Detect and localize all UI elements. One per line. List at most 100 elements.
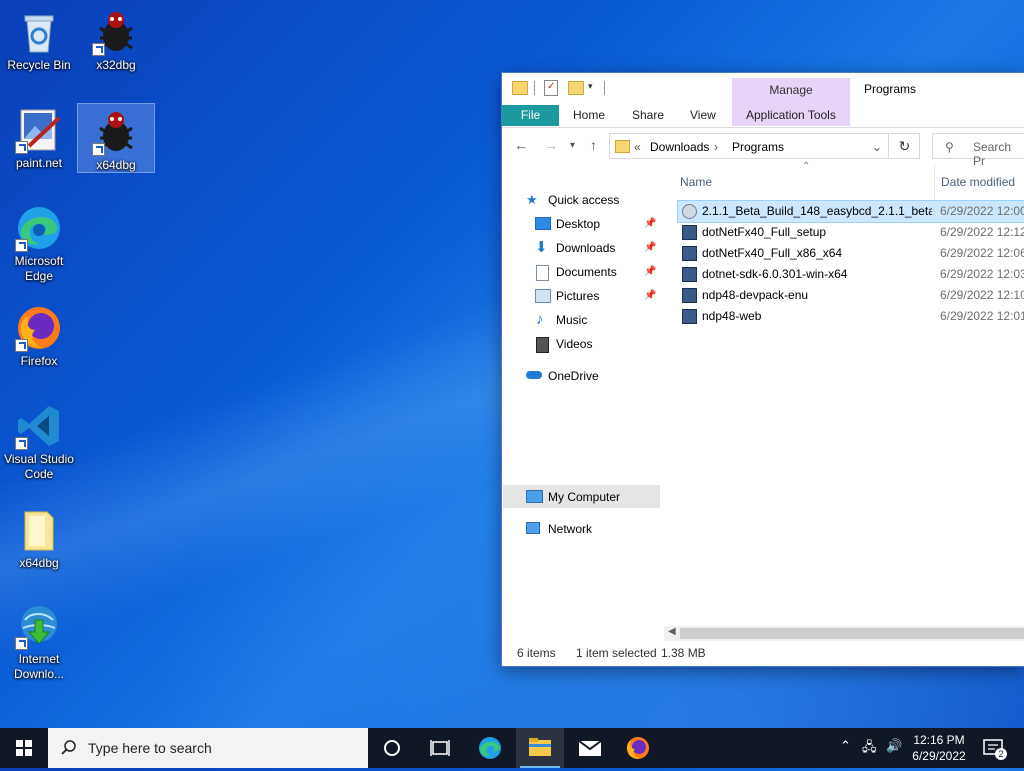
up-arrow-icon[interactable]: ↑ <box>590 137 597 153</box>
desktop-icon-label: Visual Studio Code <box>4 452 74 481</box>
taskbar-app-file-explorer[interactable] <box>516 728 564 768</box>
paint-net-icon <box>15 106 63 154</box>
desktop-icon-x32dbg[interactable]: x32dbg <box>78 4 154 73</box>
taskbar-app-mail[interactable] <box>566 728 614 768</box>
taskbar-clock[interactable]: 12:16 PM 6/29/2022 <box>904 732 974 764</box>
installer-icon <box>682 288 697 303</box>
nav-downloads[interactable]: ⬇ Downloads 📌 <box>534 237 660 259</box>
nav-music[interactable]: ♪ Music <box>534 309 660 331</box>
cortana-circle-icon <box>384 740 400 756</box>
file-row[interactable]: ndp48-devpack-enu 6/29/2022 12:10 <box>678 285 1024 306</box>
manage-tab-label[interactable]: Manage <box>732 83 850 97</box>
shortcut-arrow-icon <box>92 43 105 56</box>
desktop-icon-x64dbg-folder[interactable]: x64dbg <box>1 502 77 571</box>
action-center-button[interactable]: 2 <box>980 734 1008 762</box>
desktop-icon-firefox[interactable]: Firefox <box>1 300 77 369</box>
breadcrumb-overflow[interactable]: « <box>634 140 641 154</box>
properties-icon[interactable]: ✓ <box>544 80 558 96</box>
forward-arrow-icon[interactable]: → <box>544 137 558 153</box>
task-view-button[interactable] <box>416 728 464 768</box>
edge-icon <box>15 204 63 252</box>
taskbar-app-edge[interactable] <box>466 728 514 768</box>
desktop-icon-x64dbg[interactable]: x64dbg <box>77 103 155 173</box>
tab-application-tools[interactable]: Application Tools <box>746 108 836 122</box>
file-list: ⌃ Name Date modified 2.1.1_Beta_Build_14… <box>664 161 1024 635</box>
column-header-name[interactable]: Name <box>680 175 712 189</box>
breadcrumb-downloads[interactable]: Downloads <box>650 140 709 154</box>
desktop-icon-label: Internet Downlo... <box>13 652 65 681</box>
tab-view[interactable]: View <box>690 108 716 122</box>
tab-file[interactable]: File <box>502 105 559 126</box>
nav-network[interactable]: Network <box>526 518 660 540</box>
nav-my-computer[interactable]: My Computer <box>526 486 660 508</box>
file-explorer-window[interactable]: ✓ ▾ Manage Programs File Home Share View… <box>502 73 1024 666</box>
document-icon <box>536 265 549 281</box>
picture-icon <box>535 289 551 303</box>
bug-icon <box>92 8 140 56</box>
nav-onedrive[interactable]: OneDrive <box>526 365 660 387</box>
taskbar-search-box[interactable]: Type here to search <box>48 728 368 768</box>
show-hidden-icons-chevron-icon[interactable]: ⌃ <box>840 738 851 754</box>
file-row[interactable]: dotNetFx40_Full_setup 6/29/2022 12:12 <box>678 222 1024 243</box>
desktop-icon-label: x64dbg <box>19 556 59 570</box>
vscode-icon <box>15 402 63 450</box>
file-row[interactable]: ndp48-web 6/29/2022 12:01 <box>678 306 1024 327</box>
taskbar-app-firefox[interactable] <box>614 728 662 768</box>
column-header-date-modified[interactable]: Date modified <box>941 175 1015 189</box>
search-input[interactable]: Search Pr <box>973 140 1024 168</box>
scrollbar-thumb[interactable] <box>680 628 1024 639</box>
horizontal-scrollbar[interactable]: ◀ <box>664 626 1024 641</box>
address-dropdown-chevron-icon[interactable]: ⌄ <box>872 140 882 154</box>
chevron-down-icon[interactable]: ▾ <box>588 81 593 92</box>
firefox-icon <box>627 737 649 759</box>
back-arrow-icon[interactable]: ← <box>514 137 528 153</box>
shortcut-arrow-icon <box>15 339 28 352</box>
start-button[interactable] <box>0 728 48 768</box>
cortana-button[interactable] <box>368 728 416 768</box>
nav-pictures[interactable]: Pictures 📌 <box>534 285 660 307</box>
tab-share[interactable]: Share <box>632 108 664 122</box>
nav-documents[interactable]: Documents 📌 <box>534 261 660 283</box>
file-row[interactable]: dotnet-sdk-6.0.301-win-x64 6/29/2022 12:… <box>678 264 1024 285</box>
scroll-left-icon[interactable]: ◀ <box>668 626 676 637</box>
desktop-icon <box>535 217 551 230</box>
shortcut-arrow-icon <box>15 239 28 252</box>
desktop-icon-paint-net[interactable]: paint.net <box>1 102 77 171</box>
recent-locations-chevron-icon[interactable]: ▾ <box>570 140 575 151</box>
bug-icon <box>92 108 140 156</box>
download-arrow-icon: ⬇ <box>535 239 548 256</box>
network-tray-icon[interactable]: 🖧 <box>862 738 877 760</box>
folder-icon[interactable] <box>512 81 528 95</box>
pin-icon: 📌 <box>644 266 657 277</box>
desktop-icon-internet-download[interactable]: Internet Downlo... <box>1 598 77 682</box>
nav-quick-access[interactable]: ★ Quick access <box>526 189 660 211</box>
shortcut-arrow-icon <box>15 141 28 154</box>
refresh-button[interactable]: ↻ <box>890 133 920 159</box>
desktop-icon-microsoft-edge[interactable]: Microsoft Edge <box>1 200 77 284</box>
navigation-bar: ← → ▾ ↑ « Downloads › Programs ⌄ ↻ ⚲ Sea… <box>502 129 1024 168</box>
search-box[interactable]: ⚲ Search Pr <box>932 133 1024 168</box>
address-bar[interactable]: « Downloads › Programs ⌄ <box>609 133 889 159</box>
tab-home[interactable]: Home <box>573 108 605 122</box>
nav-desktop[interactable]: Desktop 📌 <box>534 213 660 235</box>
windows-logo-icon <box>16 740 32 756</box>
breadcrumb-programs[interactable]: Programs <box>732 140 784 154</box>
file-row[interactable]: 2.1.1_Beta_Build_148_easybcd_2.1.1_beta_… <box>677 200 1024 223</box>
pin-icon: 📌 <box>644 242 657 253</box>
search-icon: ⚲ <box>945 140 954 154</box>
new-folder-icon[interactable] <box>568 81 584 95</box>
nav-videos[interactable]: Videos <box>534 333 660 355</box>
selection-size: 1.38 MB <box>661 646 706 660</box>
installer-icon <box>682 225 697 240</box>
shortcut-arrow-icon <box>92 143 105 156</box>
internet-download-icon <box>15 602 63 650</box>
notification-count-badge: 2 <box>995 748 1007 760</box>
setup-disc-icon <box>682 204 697 219</box>
taskbar-search-placeholder: Type here to search <box>88 740 212 756</box>
column-separator[interactable] <box>934 165 935 199</box>
desktop-icon-vscode[interactable]: Visual Studio Code <box>1 398 77 482</box>
volume-icon[interactable]: 🔊 <box>886 738 902 754</box>
ribbon-tabs: File Home Share View Application Tools <box>502 103 1024 128</box>
desktop-icon-recycle-bin[interactable]: Recycle Bin <box>1 4 77 73</box>
file-row[interactable]: dotNetFx40_Full_x86_x64 6/29/2022 12:06 <box>678 243 1024 264</box>
